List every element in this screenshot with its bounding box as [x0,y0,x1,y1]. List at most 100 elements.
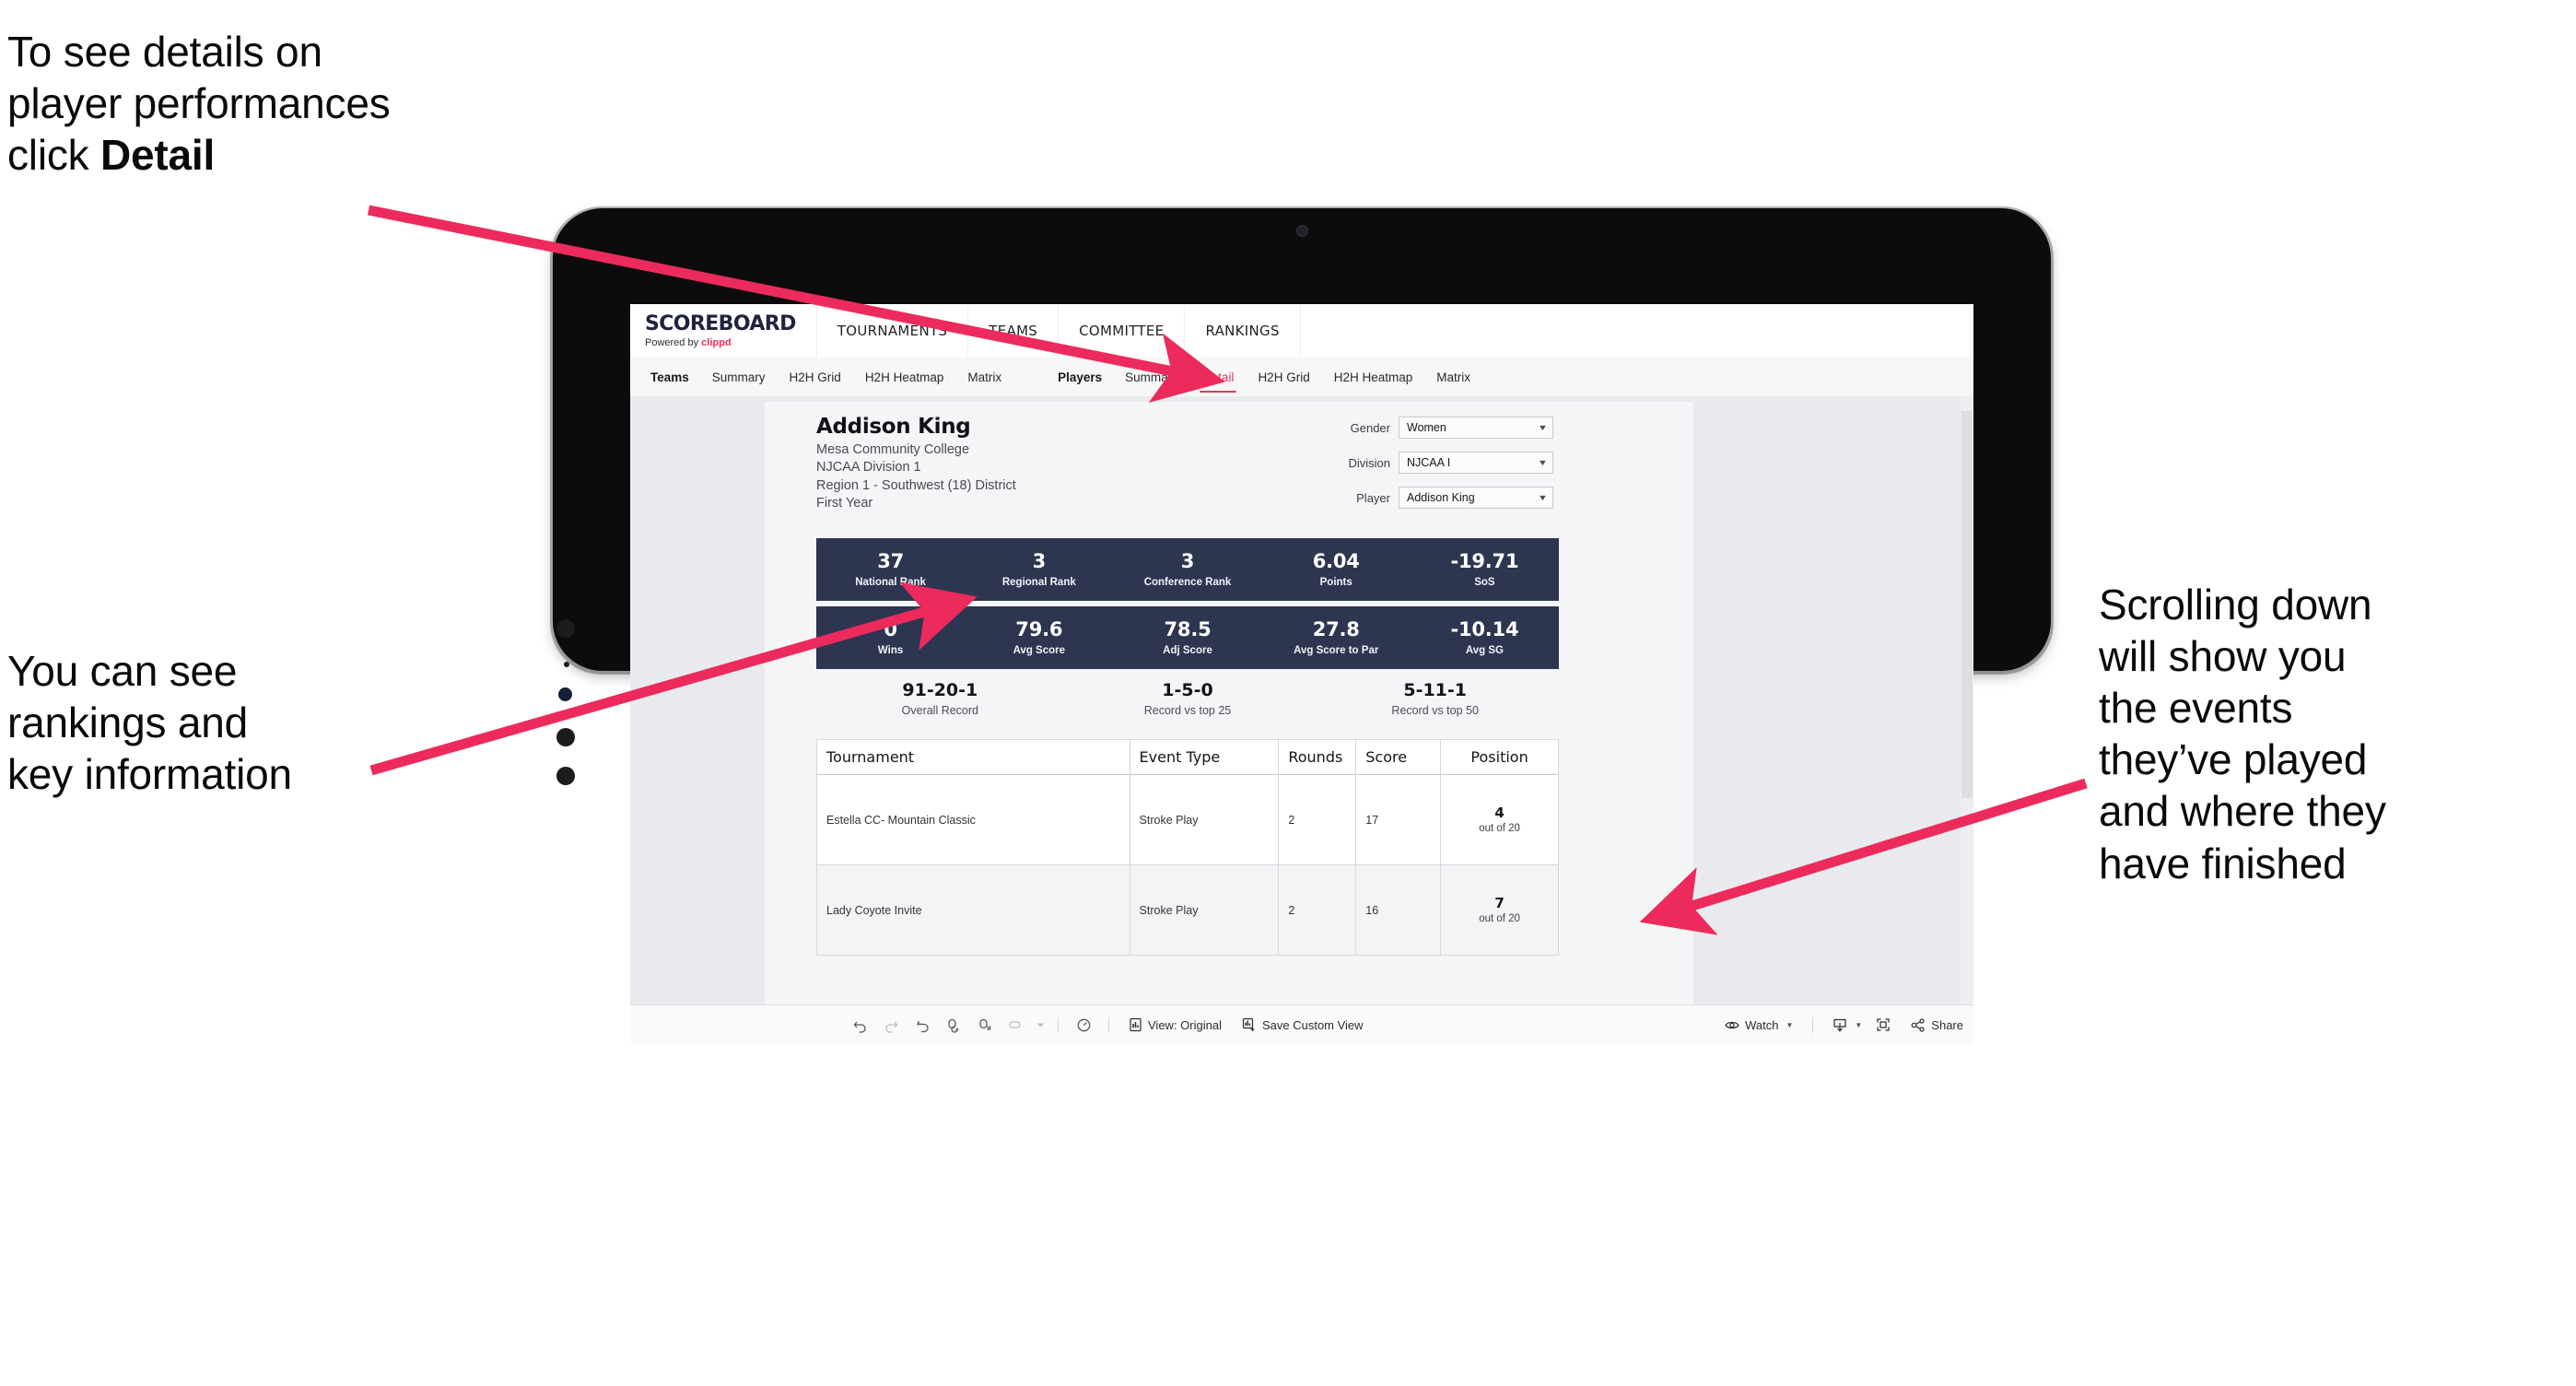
stat-points: 6.04 Points [1262,551,1411,587]
tab-teams-h2h-grid[interactable]: H2H Grid [778,358,853,396]
cell-score: 17 [1356,775,1442,865]
filter-select-player[interactable]: Addison King ▼ [1399,487,1553,509]
viz-scrollbar-thumb[interactable] [1961,411,1973,798]
filter-select-division[interactable]: NJCAA I ▼ [1399,452,1553,474]
callout-rankings-line1: You can see [7,647,238,695]
table-row[interactable]: Lady Coyote Invite Stroke Play 2 16 7 ou… [817,865,1559,956]
revert-icon[interactable] [907,1005,938,1045]
cell-tournament: Estella CC- Mountain Classic [817,775,1130,865]
tab-teams-summary[interactable]: Summary [700,358,778,396]
stat-value: 3 [1180,550,1195,573]
cell-rounds: 2 [1279,865,1357,956]
stat-value: 37 [877,550,905,573]
share-label: Share [1931,1017,1963,1032]
callout-detail-line2: player performances [7,79,391,128]
filter-label-gender: Gender [1350,420,1390,435]
stat-label: Avg Score [1013,644,1066,656]
cell-position: 7 out of 20 [1441,865,1559,956]
stat-band-rankings: 37 National Rank 3 Regional Rank 3 Confe… [816,538,1559,601]
tablet-side-button-3[interactable] [556,767,575,785]
nav-item-teams[interactable]: TEAMS [968,304,1060,358]
nav-item-rankings[interactable]: RANKINGS [1185,304,1301,358]
cell-event-type: Stroke Play [1130,775,1280,865]
fullscreen-button[interactable] [1866,1005,1901,1045]
stat-label: Avg Score to Par [1294,644,1379,656]
tab-players-summary[interactable]: Summary [1113,358,1190,396]
undo-icon[interactable] [844,1005,875,1045]
tab-group-players-label: Players [1058,370,1103,384]
highlight-icon[interactable] [1001,1005,1032,1045]
tab-teams-matrix[interactable]: Matrix [955,358,1013,396]
stat-label: SoS [1474,576,1495,588]
viz-scrollbar-track[interactable] [1961,396,1973,1004]
column-header-position[interactable]: Position [1441,740,1559,775]
chevron-down-icon[interactable] [1032,1005,1048,1045]
tab-players-detail[interactable]: Detail [1190,358,1247,396]
tablet-side-button-1[interactable] [556,619,575,638]
tab-players-matrix[interactable]: Matrix [1424,358,1482,396]
record-value: 91-20-1 [902,680,978,700]
stat-conference-rank: 3 Conference Rank [1113,551,1261,587]
download-button[interactable]: ▼ [1822,1005,1866,1045]
position-value: 4 [1494,805,1505,822]
cell-position: 4 out of 20 [1441,775,1559,865]
watch-button[interactable]: Watch ▼ [1715,1005,1803,1045]
view-original-label: View: Original [1148,1017,1222,1032]
view-original-button[interactable]: View: Original [1118,1005,1232,1045]
record-overall: 91-20-1 Overall Record [816,680,1064,717]
column-header-score[interactable]: Score [1356,740,1442,775]
filter-value-player: Addison King [1407,491,1475,504]
filter-row-player: Player Addison King ▼ [1295,487,1553,509]
callout-rankings-line2: rankings and [7,699,248,747]
top-navigation: TOURNAMENTS TEAMS COMMITTEE RANKINGS [817,304,1301,358]
save-custom-view-button[interactable]: Save Custom View [1232,1005,1374,1045]
record-label: Overall Record [901,704,979,717]
filter-select-gender[interactable]: Women ▼ [1399,417,1553,439]
callout-detail-line3-bold: Detail [100,131,216,180]
position-field-size: out of 20 [1479,822,1520,834]
brand-logo[interactable]: SCOREBOARD Powered by clippd [630,304,817,358]
watch-label: Watch [1745,1017,1779,1032]
player-division: NJCAA Division 1 [816,460,921,475]
tab-teams-h2h-heatmap[interactable]: H2H Heatmap [853,358,956,396]
callout-detail-line3-prefix: click [7,131,101,180]
nav-item-committee[interactable]: COMMITTEE [1059,304,1186,358]
tablet-side-button-2[interactable] [556,728,575,746]
column-header-event-type[interactable]: Event Type [1130,740,1280,775]
clock-icon[interactable] [1068,1005,1099,1045]
filter-label-division: Division [1348,455,1390,470]
tab-players-h2h-grid[interactable]: H2H Grid [1246,358,1321,396]
tablet-side-sensor-icon [558,687,572,701]
column-header-rounds[interactable]: Rounds [1279,740,1357,775]
callout-detail-line1: To see details on [7,28,322,76]
stat-national-rank: 37 National Rank [816,551,965,587]
stat-value: 0 [884,618,897,641]
share-button[interactable]: Share [1901,1005,1973,1045]
cell-rounds: 2 [1279,775,1357,865]
stat-band-scoring: 0 Wins 79.6 Avg Score 78.5 Adj Score 27.… [816,606,1559,669]
cell-tournament: Lady Coyote Invite [817,865,1130,956]
redo-icon[interactable] [875,1005,907,1045]
cell-score: 16 [1356,865,1442,956]
chevron-down-icon: ▼ [1786,1020,1794,1029]
brand-clippd: clippd [701,336,732,348]
refresh-icon[interactable] [938,1005,969,1045]
filter-value-division: NJCAA I [1407,456,1451,469]
record-value: 1-5-0 [1162,680,1213,700]
tab-group-players: Players Summary Detail H2H Grid H2H Heat… [1037,358,1482,396]
chevron-down-icon: ▼ [1537,423,1549,432]
nav-item-tournaments[interactable]: TOURNAMENTS [817,304,969,358]
callout-detail-line3: click Detail [7,129,597,181]
record-value: 5-11-1 [1403,680,1467,700]
brand-title: SCOREBOARD [645,311,796,335]
brand-powered-prefix: Powered by [645,336,702,348]
table-header-row: Tournament Event Type Rounds Score Posit… [817,740,1559,775]
tab-players-h2h-heatmap[interactable]: H2H Heatmap [1322,358,1425,396]
player-region: Region 1 - Southwest (18) District [816,477,1016,493]
tab-group-teams-label: Teams [650,370,689,384]
toolbar-divider [1812,1016,1814,1033]
save-custom-view-label: Save Custom View [1261,1017,1364,1032]
pause-icon[interactable] [969,1005,1001,1045]
table-row[interactable]: Estella CC- Mountain Classic Stroke Play… [817,775,1559,865]
column-header-tournament[interactable]: Tournament [817,740,1130,775]
